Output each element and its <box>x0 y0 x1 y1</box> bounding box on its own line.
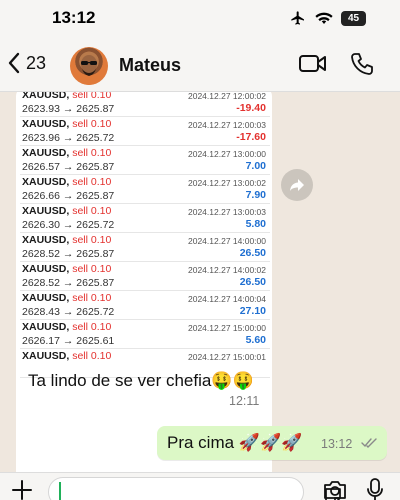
forward-icon <box>289 178 305 192</box>
trade-date: 2024.12.27 14:00:00 <box>188 236 266 246</box>
input-bar <box>0 472 400 500</box>
trade-symbol-text: XAUUSD <box>22 176 67 188</box>
back-button[interactable]: 23 <box>8 52 46 74</box>
trade-symbol-text: XAUUSD <box>22 321 67 333</box>
text-cursor <box>59 482 61 500</box>
trade-side: sell 0.10 <box>72 118 112 130</box>
trade-prices: 2628.52 → 2625.87 <box>22 248 115 260</box>
trade-prices: 2628.43 → 2625.72 <box>22 306 115 318</box>
trade-profit: 5.60 <box>245 334 266 346</box>
trade-prices: 2626.30 → 2625.72 <box>22 219 115 231</box>
trade-row: XAUUSD, sell 0.10 2024.12.27 12:00:02 2623… <box>20 92 270 117</box>
trade-prices: 2623.93 → 2625.87 <box>22 103 115 115</box>
trade-row: XAUUSD, sell 0.10 2024.12.27 13:00:00 2626… <box>20 146 270 175</box>
trade-date: 2024.12.27 15:00:01 <box>188 352 266 362</box>
trade-side: sell 0.10 <box>72 205 112 217</box>
trade-prices: 2626.57 → 2625.87 <box>22 161 115 173</box>
trade-symbol-text: XAUUSD <box>22 234 67 246</box>
status-time: 13:12 <box>52 8 96 27</box>
chat-header: 23 Mateus <box>0 40 400 92</box>
sent-message-time: 13:12 <box>321 437 353 451</box>
forward-button[interactable] <box>281 169 313 201</box>
status-icons: 45 <box>289 10 366 26</box>
trade-side: sell 0.10 <box>72 92 112 101</box>
battery-indicator: 45 <box>341 10 366 26</box>
trade-symbol: XAUUSD, sell 0.10 <box>22 92 111 101</box>
chat-area[interactable]: XAUUSD, sell 0.10 2024.12.27 12:00:02 2623… <box>0 92 400 472</box>
trade-symbol: XAUUSD, sell 0.10 <box>22 118 112 130</box>
trade-row: XAUUSD, sell 0.10 2024.12.27 12:00:03 2623… <box>20 117 270 146</box>
trade-row: XAUUSD, sell 0.10 2024.12.27 13:00:03 2626… <box>20 204 270 233</box>
trade-profit: 26.50 <box>239 247 266 259</box>
trade-side: sell 0.10 <box>72 321 112 333</box>
trade-symbol: XAUUSD, sell 0.10 <box>22 234 112 246</box>
airplane-icon <box>289 10 307 26</box>
trade-profit: 27.10 <box>239 305 266 317</box>
trade-date: 2024.12.27 13:00:00 <box>188 149 266 159</box>
avatar[interactable] <box>70 47 108 85</box>
trade-profit: 7.00 <box>245 160 266 172</box>
trade-date: 2024.12.27 13:00:03 <box>188 207 266 217</box>
trade-row: XAUUSD, sell 0.10 2024.12.27 14:00:00 2628… <box>20 233 270 262</box>
trade-date: 2024.12.27 14:00:04 <box>188 294 266 304</box>
trade-profit: 5.80 <box>245 218 266 230</box>
trade-symbol-text: XAUUSD <box>22 118 67 130</box>
unread-count: 23 <box>26 52 47 73</box>
trade-symbol-text: XAUUSD <box>22 263 67 275</box>
contact-name[interactable]: Mateus <box>119 55 181 76</box>
trade-symbol-text: XAUUSD <box>22 205 67 217</box>
sent-message-bubble[interactable]: Pra cima 🚀🚀🚀 13:12 <box>157 426 387 460</box>
trade-side: sell 0.10 <box>72 234 112 246</box>
trade-prices: 2628.52 → 2625.87 <box>22 277 115 289</box>
trade-side: sell 0.10 <box>72 292 112 304</box>
received-message-time: 12:11 <box>229 394 260 408</box>
trade-side: sell 0.10 <box>72 350 112 362</box>
trade-date: 2024.12.27 14:00:02 <box>188 265 266 275</box>
trade-prices: 2626.66 → 2625.87 <box>22 190 115 202</box>
trade-date: 2024.12.27 12:00:03 <box>188 120 266 130</box>
trade-side: sell 0.10 <box>72 147 112 159</box>
trade-date: 2024.12.27 15:00:00 <box>188 323 266 333</box>
video-call-icon[interactable] <box>298 52 328 76</box>
trade-symbol-text: XAUUSD <box>22 350 67 362</box>
message-input[interactable] <box>48 477 341 500</box>
trade-row: XAUUSD, sell 0.10 2024.12.27 15:00:00 2626… <box>20 320 270 349</box>
status-bar: 13:12 45 <box>0 0 400 40</box>
trade-profit: 26.50 <box>239 276 266 288</box>
trade-side: sell 0.10 <box>72 263 112 275</box>
trade-date: 2024.12.27 13:00:02 <box>188 178 266 188</box>
read-receipt-icon <box>361 438 377 448</box>
trade-profit: 7.90 <box>245 189 266 201</box>
sent-message-text: Pra cima 🚀🚀🚀 <box>167 433 303 452</box>
trade-date: 2024.12.27 12:00:02 <box>188 92 266 101</box>
microphone-icon[interactable] <box>366 477 384 500</box>
trade-symbol: XAUUSD, sell 0.10 <box>22 147 112 159</box>
trade-profit: -19.40 <box>236 102 266 114</box>
trade-row: XAUUSD, sell 0.10 2024.12.27 13:00:02 2626… <box>20 175 270 204</box>
trade-side: sell 0.10 <box>72 176 112 188</box>
trade-profit: -17.60 <box>236 131 266 143</box>
trade-prices: 2623.96 → 2625.72 <box>22 132 115 144</box>
trade-symbol: XAUUSD, sell 0.10 <box>22 321 112 333</box>
phone-icon[interactable] <box>350 52 374 76</box>
trade-prices: 2626.17 → 2625.61 <box>22 335 115 347</box>
trade-symbol: XAUUSD, sell 0.10 <box>22 263 112 275</box>
chevron-left-icon <box>8 52 20 74</box>
trade-symbol: XAUUSD, sell 0.10 <box>22 350 112 362</box>
trade-row: XAUUSD, sell 0.10 2024.12.27 14:00:02 2628… <box>20 262 270 291</box>
trade-symbol: XAUUSD, sell 0.10 <box>22 292 112 304</box>
trade-row: XAUUSD, sell 0.10 2024.12.27 14:00:04 2628… <box>20 291 270 320</box>
received-message-text: Ta lindo de se ver chefia🤑🤑 <box>28 371 254 390</box>
wifi-icon <box>315 11 333 25</box>
trade-symbol-text: XAUUSD <box>22 147 67 159</box>
trade-symbol-text: XAUUSD <box>22 92 67 101</box>
trade-symbol: XAUUSD, sell 0.10 <box>22 205 112 217</box>
plus-icon[interactable] <box>11 479 33 500</box>
trade-symbol: XAUUSD, sell 0.10 <box>22 176 112 188</box>
trade-symbol-text: XAUUSD <box>22 292 67 304</box>
camera-icon[interactable] <box>322 479 348 500</box>
